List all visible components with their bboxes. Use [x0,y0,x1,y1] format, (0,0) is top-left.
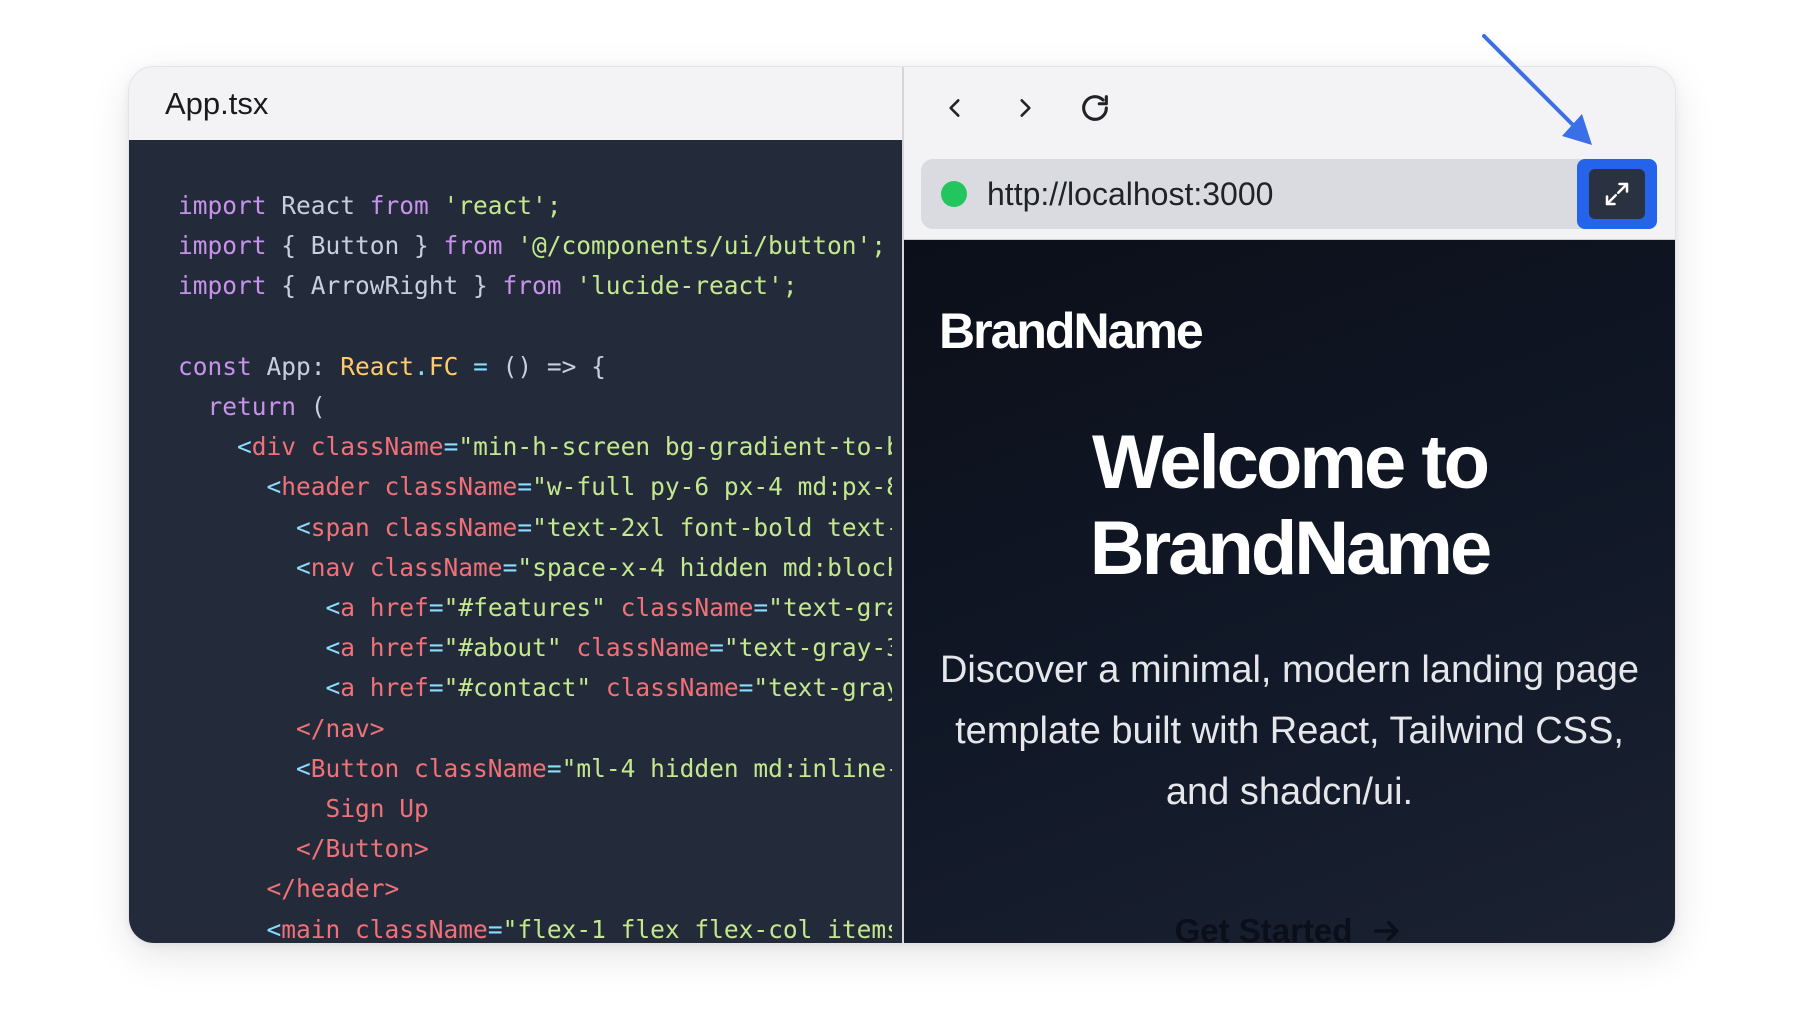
server-status-dot [941,181,967,207]
code-line: const App: React.FC = () => { [178,351,606,381]
code-line: <a href="#features" className="text-gray [325,593,892,623]
app-window: App.tsx import React from 'react'; impor… [128,66,1676,944]
hero-title: Welcome to BrandName [904,420,1675,592]
url-text[interactable]: http://localhost:3000 [987,176,1273,213]
browser-preview-pane: http://localhost:3000 BrandName Welcome … [904,67,1675,943]
code-line: <div className="min-h-screen bg-gradient… [237,432,892,462]
code-line: return ( [178,392,326,422]
expand-icon [1605,182,1629,206]
hero-subtitle: Discover a minimal, modern landing page … [939,649,1640,813]
code-line: Sign Up [325,794,429,824]
code-line: <a href="#about" className="text-gray-3 [325,633,892,663]
back-button[interactable] [938,91,972,125]
code-line: <Button className="ml-4 hidden md:inline… [296,753,892,783]
code-editor-pane: App.tsx import React from 'react'; impor… [129,67,904,943]
chevron-left-icon [949,99,960,117]
code-line: <main className="flex-1 flex flex-col it… [266,914,892,943]
editor-tab-bar: App.tsx [129,67,902,140]
hero-title-line: BrandName [1089,506,1493,591]
address-row: http://localhost:3000 [904,149,1675,239]
browser-toolbar [904,67,1675,149]
editor-tab[interactable]: App.tsx [165,86,268,122]
arrow-right-icon [1374,920,1400,942]
code-line: import React from 'react'; [178,191,562,220]
code-line: </Button> [296,834,429,864]
brand-logo[interactable]: BrandName [939,302,1204,360]
reload-button[interactable] [1078,91,1112,125]
chevron-right-icon [1020,99,1031,117]
forward-button[interactable] [1008,91,1042,125]
code-line: import { ArrowRight } from 'lucide-react… [178,271,798,301]
fullscreen-button-face [1589,169,1645,219]
code-line: <nav className="space-x-4 hidden md:bloc… [296,552,892,582]
preview-viewport: BrandName Welcome to BrandName Discover … [904,239,1675,943]
code-line: <span className="text-2xl font-bold text… [296,512,892,542]
get-started-button[interactable]: Get Started [904,912,1675,943]
code-line: <header className="w-full py-6 px-4 md:p… [266,472,892,502]
address-bar[interactable]: http://localhost:3000 [921,159,1657,229]
code-area[interactable]: import React from 'react'; import { Butt… [129,140,902,943]
code-line: </nav> [296,713,385,743]
code-line: import { Button } from '@/components/ui/… [178,231,887,261]
hero-title-line: Welcome to [1091,420,1490,505]
reload-icon [1082,95,1108,121]
code-line: <a href="#contact" className="text-gray [325,673,892,703]
code-line: </header> [266,874,400,904]
get-started-label: Get Started [1174,912,1353,943]
fullscreen-button[interactable] [1577,159,1657,229]
